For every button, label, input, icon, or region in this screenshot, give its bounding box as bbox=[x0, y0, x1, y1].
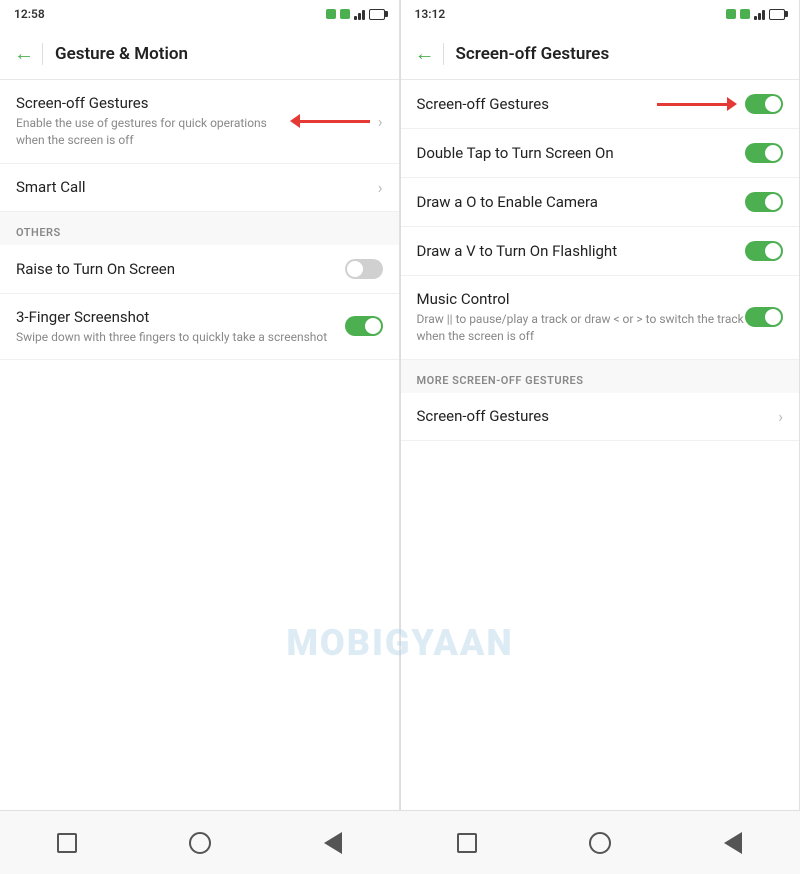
left-notif-icon2 bbox=[340, 9, 350, 19]
double-tap-toggle[interactable] bbox=[745, 143, 783, 163]
screen-off-gestures-subtitle: Enable the use of gestures for quick ope… bbox=[16, 115, 290, 149]
flashlight-item[interactable]: Draw a V to Turn On Flashlight bbox=[401, 227, 800, 276]
right-notif-icon bbox=[726, 9, 736, 19]
flashlight-title: Draw a V to Turn On Flashlight bbox=[417, 242, 746, 260]
right-panel: 13:12 ← Screen-off Gestures bbox=[401, 0, 800, 810]
three-finger-item[interactable]: 3-Finger Screenshot Swipe down with thre… bbox=[0, 294, 399, 361]
right-recent-apps-icon bbox=[457, 833, 477, 853]
flashlight-toggle[interactable] bbox=[745, 241, 783, 261]
right-page-title: Screen-off Gestures bbox=[456, 44, 610, 64]
raise-to-turn-title: Raise to Turn On Screen bbox=[16, 260, 345, 278]
left-recent-apps-button[interactable] bbox=[45, 821, 89, 865]
screen-off-more-chevron: › bbox=[778, 407, 783, 426]
smart-call-item[interactable]: Smart Call › bbox=[0, 164, 399, 212]
left-back-icon bbox=[324, 832, 342, 854]
raise-to-turn-toggle[interactable] bbox=[345, 259, 383, 279]
right-settings-list: Screen-off Gestures Double Tap to Turn S… bbox=[401, 80, 800, 810]
left-page-title: Gesture & Motion bbox=[55, 44, 188, 64]
left-top-bar: ← Gesture & Motion bbox=[0, 28, 399, 80]
others-section-header: OTHERS bbox=[0, 212, 399, 245]
left-time: 12:58 bbox=[14, 7, 45, 21]
screen-off-gestures-title: Screen-off Gestures bbox=[16, 94, 290, 112]
left-recent-apps-icon bbox=[57, 833, 77, 853]
three-finger-toggle[interactable] bbox=[345, 316, 383, 336]
left-settings-list: Screen-off Gestures Enable the use of ge… bbox=[0, 80, 399, 810]
nav-bar bbox=[0, 810, 800, 874]
music-control-toggle[interactable] bbox=[745, 307, 783, 327]
right-status-bar: 13:12 bbox=[401, 0, 800, 28]
double-tap-title: Double Tap to Turn Screen On bbox=[417, 144, 746, 162]
more-section-header: MORE SCREEN-OFF GESTURES bbox=[401, 360, 800, 393]
right-battery-icon bbox=[769, 9, 785, 20]
smart-call-chevron: › bbox=[378, 178, 383, 197]
screen-off-gestures-item[interactable]: Screen-off Gestures Enable the use of ge… bbox=[0, 80, 399, 164]
left-panel: 12:58 ← Gesture & Motion bbox=[0, 0, 400, 810]
right-status-icons bbox=[726, 9, 785, 20]
screen-off-gestures-more-item[interactable]: Screen-off Gestures › bbox=[401, 393, 800, 441]
right-back-button[interactable]: ← bbox=[415, 41, 435, 66]
enable-camera-toggle[interactable] bbox=[745, 192, 783, 212]
left-signal-icon bbox=[354, 9, 365, 20]
screen-off-toggle-item[interactable]: Screen-off Gestures bbox=[401, 80, 800, 129]
right-top-bar: ← Screen-off Gestures bbox=[401, 28, 800, 80]
right-home-button[interactable] bbox=[578, 821, 622, 865]
screen-off-gestures-more-title: Screen-off Gestures bbox=[417, 407, 779, 425]
three-finger-title: 3-Finger Screenshot bbox=[16, 308, 345, 326]
left-status-bar: 12:58 bbox=[0, 0, 399, 28]
red-arrow-left-annotation bbox=[290, 114, 370, 128]
right-back-nav-button[interactable] bbox=[711, 821, 755, 865]
right-title-divider bbox=[443, 43, 444, 65]
screen-off-main-toggle[interactable] bbox=[745, 94, 783, 114]
left-status-icons bbox=[326, 9, 385, 20]
left-home-icon bbox=[189, 832, 211, 854]
right-signal-icon bbox=[754, 9, 765, 20]
red-arrow-line-right bbox=[657, 103, 727, 106]
music-control-item[interactable]: Music Control Draw || to pause/play a tr… bbox=[401, 276, 800, 360]
smart-call-title: Smart Call bbox=[16, 178, 378, 196]
left-title-divider bbox=[42, 43, 43, 65]
right-nav-bar bbox=[400, 811, 800, 874]
raise-to-turn-item[interactable]: Raise to Turn On Screen bbox=[0, 245, 399, 294]
left-battery-icon bbox=[369, 9, 385, 20]
right-recent-apps-button[interactable] bbox=[445, 821, 489, 865]
screen-off-toggle-title: Screen-off Gestures bbox=[417, 95, 658, 113]
right-notif-icon2 bbox=[740, 9, 750, 19]
red-arrow-line bbox=[300, 120, 370, 123]
left-back-nav-button[interactable] bbox=[311, 821, 355, 865]
screen-off-chevron: › bbox=[378, 112, 383, 131]
red-arrow-right-annotation bbox=[657, 97, 737, 111]
right-back-icon bbox=[724, 832, 742, 854]
music-control-subtitle: Draw || to pause/play a track or draw < … bbox=[417, 311, 746, 345]
red-arrow-head bbox=[290, 114, 300, 128]
left-back-button[interactable]: ← bbox=[14, 41, 34, 66]
right-time: 13:12 bbox=[415, 7, 446, 21]
three-finger-subtitle: Swipe down with three fingers to quickly… bbox=[16, 329, 345, 346]
double-tap-item[interactable]: Double Tap to Turn Screen On bbox=[401, 129, 800, 178]
left-home-button[interactable] bbox=[178, 821, 222, 865]
left-notif-icon bbox=[326, 9, 336, 19]
enable-camera-title: Draw a O to Enable Camera bbox=[417, 193, 746, 211]
red-arrow-head-right bbox=[727, 97, 737, 111]
enable-camera-item[interactable]: Draw a O to Enable Camera bbox=[401, 178, 800, 227]
music-control-title: Music Control bbox=[417, 290, 746, 308]
left-nav-bar bbox=[0, 811, 400, 874]
right-home-icon bbox=[589, 832, 611, 854]
